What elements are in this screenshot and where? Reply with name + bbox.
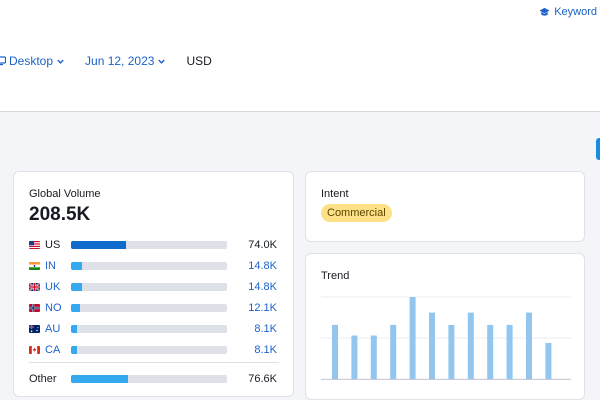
other-label: Other	[29, 372, 57, 385]
other-value: 76.6K	[248, 372, 277, 385]
trend-bar[interactable]	[506, 324, 513, 379]
country-code: US	[45, 238, 61, 251]
header: Keyword R Desktop Jun 12, 2023 USD	[0, 0, 600, 112]
country-code[interactable]: UK	[45, 281, 71, 293]
volume-bar-fill	[71, 324, 78, 333]
volume-bar	[71, 261, 227, 270]
device-label: Desktop	[9, 54, 54, 68]
graduation-cap-icon	[539, 7, 550, 16]
volume-bar-fill	[71, 261, 83, 270]
trend-bar[interactable]	[448, 324, 455, 379]
country-value: 74.0K	[248, 238, 277, 251]
divider	[29, 362, 279, 363]
edge-button[interactable]	[596, 138, 600, 160]
volume-bar-fill	[71, 345, 78, 354]
country-row-ca[interactable]: CA 8.1K	[29, 339, 277, 360]
country-value[interactable]: 8.1K	[254, 344, 277, 356]
trend-bar[interactable]	[332, 324, 338, 379]
country-code[interactable]: CA	[45, 344, 71, 356]
volume-bar	[71, 324, 227, 333]
volume-bar	[71, 240, 227, 249]
volume-bar-fill	[71, 282, 83, 291]
intent-badge: Commercial	[321, 204, 392, 222]
volume-bar-fill	[71, 374, 129, 383]
volume-bar	[71, 374, 227, 383]
country-value[interactable]: 14.8K	[248, 281, 277, 293]
intent-title: Intent	[321, 188, 349, 200]
other-row: Other 76.6K	[29, 368, 277, 389]
global-volume-card: Global Volume 208.5K US 74.0K IN 14.8K U…	[13, 171, 294, 397]
country-row-uk[interactable]: UK 14.8K	[29, 276, 277, 297]
trend-card: Trend	[305, 253, 585, 400]
country-value[interactable]: 12.1K	[248, 302, 277, 314]
date-dropdown[interactable]: Jun 12, 2023	[85, 54, 166, 68]
intent-card: Intent Commercial	[305, 171, 585, 242]
trend-bar[interactable]	[545, 342, 552, 379]
australia-flag-icon	[29, 324, 40, 333]
keyword-link-label: Keyword R	[554, 6, 600, 18]
trend-bar[interactable]	[409, 297, 416, 379]
country-row-au[interactable]: AU 8.1K	[29, 318, 277, 339]
trend-bar[interactable]	[487, 324, 494, 379]
trend-bar[interactable]	[429, 312, 435, 379]
uk-flag-icon	[29, 282, 40, 291]
chevron-down-icon	[57, 59, 64, 64]
trend-title: Trend	[321, 270, 350, 282]
trend-bar[interactable]	[370, 335, 377, 379]
country-code[interactable]: NO	[45, 302, 71, 314]
india-flag-icon	[29, 261, 40, 270]
volume-bar-fill	[71, 240, 127, 249]
currency-label: USD	[186, 54, 212, 68]
country-value[interactable]: 8.1K	[254, 323, 277, 335]
country-row-no[interactable]: NO 12.1K	[29, 297, 277, 318]
global-volume-total: 208.5K	[29, 204, 91, 225]
trend-bar[interactable]	[390, 324, 397, 379]
country-row-us[interactable]: US 74.0K	[29, 234, 277, 255]
volume-bar	[71, 282, 227, 291]
trend-bar[interactable]	[526, 312, 532, 379]
date-label: Jun 12, 2023	[85, 54, 155, 68]
country-list: US 74.0K IN 14.8K UK 14.8K NO 12.1K AU 8…	[29, 234, 279, 389]
norway-flag-icon	[29, 303, 40, 312]
country-value[interactable]: 14.8K	[248, 260, 277, 272]
canada-flag-icon	[29, 345, 40, 354]
country-code[interactable]: AU	[45, 323, 71, 335]
volume-bar	[71, 303, 227, 312]
device-dropdown[interactable]: Desktop	[0, 54, 65, 68]
keyword-research-link[interactable]: Keyword R	[539, 6, 600, 18]
country-code[interactable]: IN	[45, 260, 71, 272]
trend-chart	[321, 296, 571, 380]
volume-bar	[71, 345, 227, 354]
chevron-down-icon	[158, 59, 166, 64]
global-volume-title: Global Volume	[29, 188, 101, 200]
country-row-in[interactable]: IN 14.8K	[29, 255, 277, 276]
desktop-icon	[0, 56, 6, 66]
trend-bar[interactable]	[467, 312, 474, 379]
volume-bar-fill	[71, 303, 81, 312]
trend-bar[interactable]	[351, 335, 358, 379]
filter-bar: Desktop Jun 12, 2023 USD	[0, 54, 232, 68]
us-flag-icon	[29, 240, 40, 249]
